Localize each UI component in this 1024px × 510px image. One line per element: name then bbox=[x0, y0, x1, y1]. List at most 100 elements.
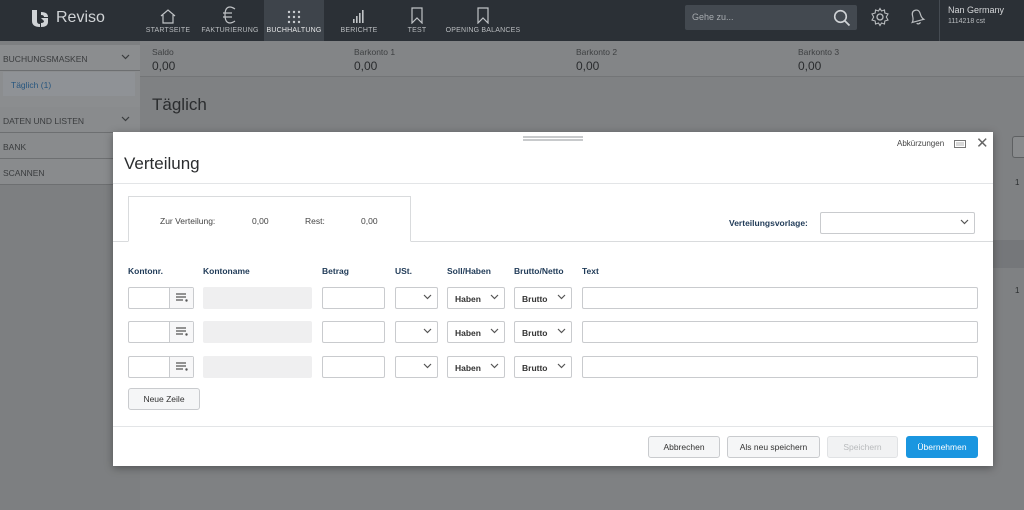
chevron-down-icon bbox=[960, 219, 969, 225]
balance-saldo: Saldo 0,00 bbox=[152, 47, 175, 73]
nav-label: BERICHTE bbox=[340, 27, 378, 34]
divider bbox=[113, 183, 993, 184]
ust-select[interactable] bbox=[395, 321, 438, 343]
nav-label: TEST bbox=[407, 27, 427, 34]
page-title: Täglich bbox=[152, 95, 207, 114]
account-lookup-button[interactable] bbox=[169, 357, 193, 377]
betrag-input[interactable] bbox=[322, 287, 385, 309]
chevron-down-icon bbox=[557, 363, 566, 369]
kontonr-input[interactable] bbox=[128, 356, 194, 378]
user-name[interactable]: Nan Germany bbox=[948, 5, 1004, 15]
dialog-title: Verteilung bbox=[124, 154, 200, 173]
cancel-button[interactable]: Abbrechen bbox=[648, 436, 720, 458]
balance-label: Barkonto 2 bbox=[576, 47, 618, 57]
top-bar: Reviso STARTSEITE FAKTURIERUNG BUCHHALTU… bbox=[0, 0, 1024, 41]
search-box[interactable]: Gehe zu... bbox=[685, 5, 857, 30]
app-logo[interactable]: Reviso bbox=[30, 8, 105, 28]
close-icon[interactable]: ✕ bbox=[976, 136, 989, 151]
sidebar-section-label: SCANNEN bbox=[3, 168, 45, 178]
balance-label: Saldo bbox=[152, 47, 174, 57]
nav-test[interactable]: TEST bbox=[394, 0, 440, 41]
sidebar-section-buchungsmasken[interactable]: BUCHUNGSMASKEN bbox=[0, 45, 140, 71]
search-icon[interactable] bbox=[833, 9, 851, 27]
nav-label: OPENING BALANCES bbox=[445, 27, 521, 34]
save-as-new-button[interactable]: Als neu speichern bbox=[727, 436, 820, 458]
text-input[interactable] bbox=[582, 287, 978, 309]
side-toggle-button[interactable] bbox=[1012, 136, 1024, 158]
list-icon bbox=[176, 293, 188, 302]
brutto-netto-select[interactable]: Brutto bbox=[514, 356, 572, 378]
brutto-netto-select[interactable]: Brutto bbox=[514, 287, 572, 309]
nav-buchhaltung[interactable]: BUCHHALTUNG bbox=[264, 0, 324, 41]
nav-label: STARTSEITE bbox=[145, 27, 191, 34]
rest-label: Rest: bbox=[305, 216, 325, 226]
sidebar-section-label: BUCHUNGSMASKEN bbox=[3, 54, 88, 64]
add-row-button[interactable]: Neue Zeile bbox=[128, 388, 200, 410]
brutto-netto-value: Brutto bbox=[522, 294, 548, 304]
account-lookup-button[interactable] bbox=[169, 288, 193, 308]
soll-haben-select[interactable]: Haben bbox=[447, 287, 505, 309]
balance-barkonto-1: Barkonto 1 0,00 bbox=[354, 47, 395, 73]
divider bbox=[939, 0, 940, 41]
kontoname-field bbox=[203, 321, 312, 343]
kontonr-input[interactable] bbox=[128, 287, 194, 309]
brutto-netto-value: Brutto bbox=[522, 328, 548, 338]
chevron-down-icon bbox=[490, 328, 499, 334]
chevron-down-icon bbox=[423, 294, 432, 300]
bookmark-icon bbox=[477, 7, 489, 24]
distribution-summary-tab: Zur Verteilung: 0,00 Rest: 0,00 bbox=[128, 196, 411, 242]
balance-label: Barkonto 3 bbox=[798, 47, 840, 57]
betrag-input[interactable] bbox=[322, 321, 385, 343]
keyboard-icon[interactable] bbox=[954, 140, 966, 148]
strip-band bbox=[992, 240, 1024, 268]
app-name: Reviso bbox=[56, 9, 105, 26]
soll-haben-select[interactable]: Haben bbox=[447, 321, 505, 343]
column-header-kontonr: Kontonr. bbox=[128, 266, 163, 276]
balance-value: 0,00 bbox=[152, 59, 176, 73]
reviso-logo-icon bbox=[32, 10, 48, 27]
chevron-down-icon bbox=[557, 294, 566, 300]
sidebar-item-taeglich[interactable]: Täglich (1) bbox=[3, 72, 135, 96]
soll-haben-value: Haben bbox=[455, 294, 481, 304]
balance-barkonto-2: Barkonto 2 0,00 bbox=[576, 47, 617, 73]
nav-label: FAKTURIERUNG bbox=[201, 27, 259, 34]
strip-text: 1 bbox=[1015, 286, 1020, 295]
chevron-down-icon bbox=[121, 54, 130, 60]
column-header-betrag: Betrag bbox=[322, 266, 349, 276]
zur-verteilung-value: 0,00 bbox=[252, 216, 269, 226]
nav-fakturierung[interactable]: FAKTURIERUNG bbox=[196, 0, 264, 41]
text-input[interactable] bbox=[582, 321, 978, 343]
gear-icon[interactable] bbox=[870, 7, 890, 27]
sidebar-section-daten-und-listen[interactable]: DATEN UND LISTEN bbox=[0, 107, 140, 133]
save-button[interactable]: Speichern bbox=[827, 436, 898, 458]
euro-icon bbox=[223, 6, 236, 24]
balance-value: 0,00 bbox=[354, 59, 378, 73]
shortcuts-link[interactable]: Abkürzungen bbox=[897, 139, 944, 148]
kontonr-input[interactable] bbox=[128, 321, 194, 343]
drag-handle[interactable] bbox=[523, 136, 583, 141]
soll-haben-value: Haben bbox=[455, 363, 481, 373]
column-header-kontoname: Kontoname bbox=[203, 266, 250, 276]
notification-icon[interactable] bbox=[907, 7, 927, 27]
distribution-dialog: Abkürzungen ✕ Verteilung Zur Verteilung:… bbox=[113, 132, 993, 466]
betrag-input[interactable] bbox=[322, 356, 385, 378]
chevron-down-icon bbox=[557, 328, 566, 334]
nav-opening-balances[interactable]: OPENING BALANCES bbox=[440, 0, 526, 41]
zur-verteilung-label: Zur Verteilung: bbox=[160, 216, 216, 226]
account-lookup-button[interactable] bbox=[169, 322, 193, 342]
soll-haben-select[interactable]: Haben bbox=[447, 356, 505, 378]
nav-startseite[interactable]: STARTSEITE bbox=[140, 0, 196, 41]
brutto-netto-select[interactable]: Brutto bbox=[514, 321, 572, 343]
bar-chart-icon bbox=[353, 10, 364, 23]
vorlage-select[interactable] bbox=[820, 212, 975, 234]
list-icon bbox=[176, 362, 188, 371]
search-input[interactable]: Gehe zu... bbox=[692, 12, 734, 22]
nav-berichte[interactable]: BERICHTE bbox=[324, 0, 394, 41]
column-header-soll-haben: Soll/Haben bbox=[447, 266, 491, 276]
ust-select[interactable] bbox=[395, 356, 438, 378]
column-header-brutto-netto: Brutto/Netto bbox=[514, 266, 564, 276]
ust-select[interactable] bbox=[395, 287, 438, 309]
soll-haben-value: Haben bbox=[455, 328, 481, 338]
apply-button[interactable]: Übernehmen bbox=[906, 436, 978, 458]
text-input[interactable] bbox=[582, 356, 978, 378]
